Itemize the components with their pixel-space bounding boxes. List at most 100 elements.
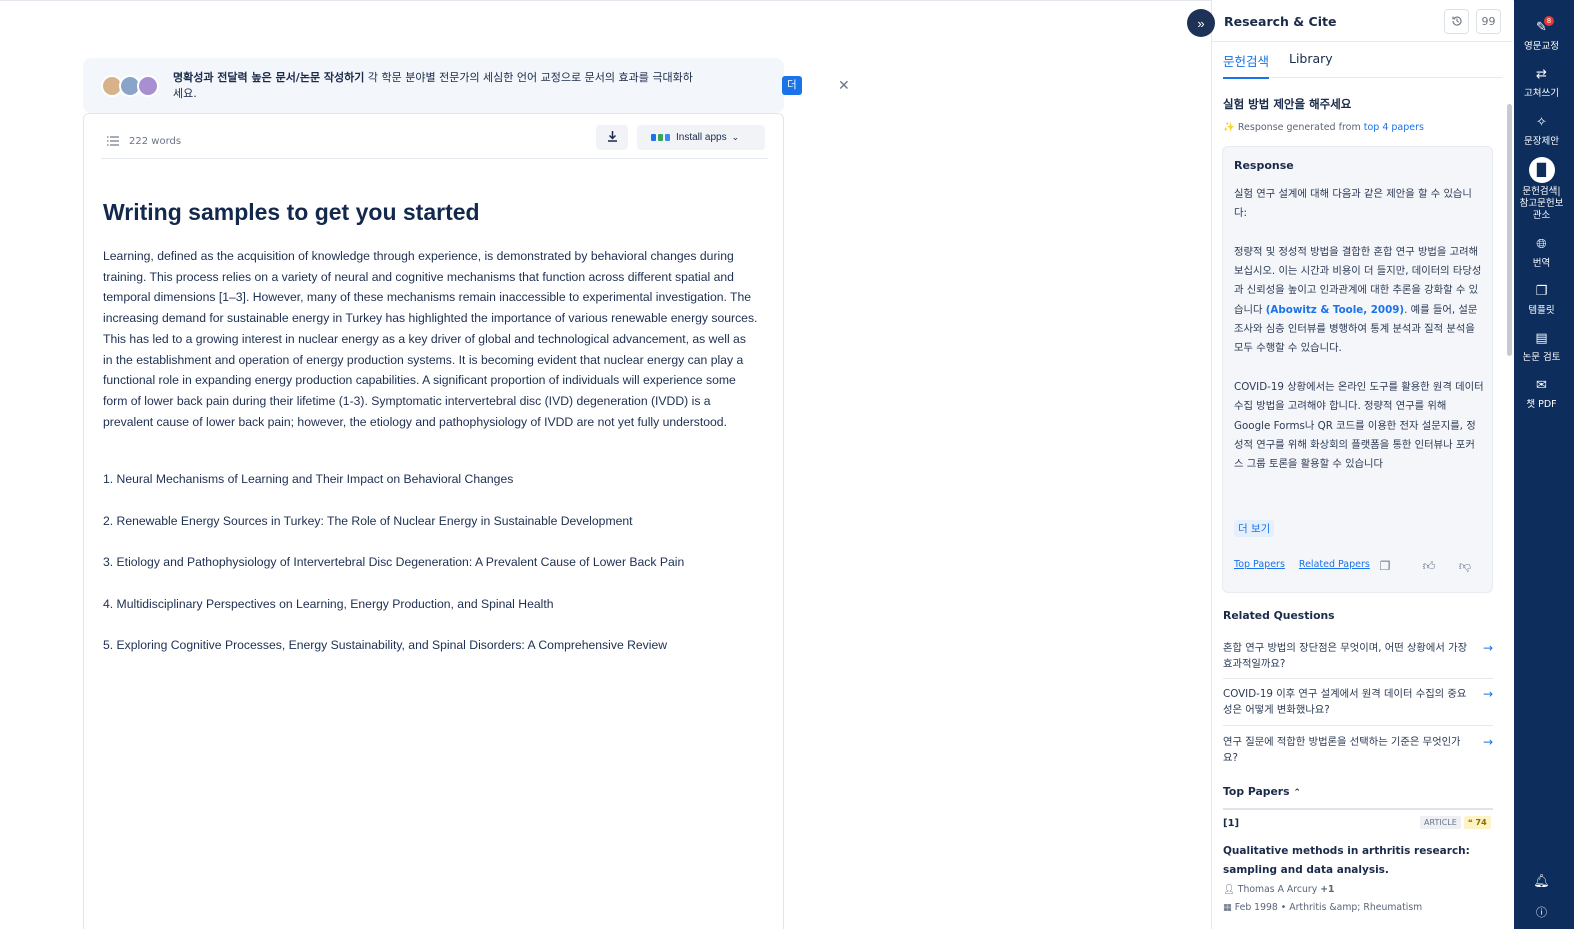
arrow-right-icon: → bbox=[1482, 641, 1493, 655]
scrollbar-thumb[interactable] bbox=[1507, 104, 1512, 356]
panel-tabs: 문헌검색 Library bbox=[1223, 48, 1503, 79]
citation-count-badge: ❝ 74 bbox=[1464, 816, 1491, 829]
show-more-link[interactable]: 더 보기 bbox=[1234, 520, 1275, 537]
install-apps-label: Install apps bbox=[676, 132, 727, 143]
collapse-panel-button[interactable]: » bbox=[1187, 9, 1215, 37]
list-item[interactable]: 4. Multidisciplinary Perspectives on Lea… bbox=[103, 597, 684, 639]
editor-toolbar: 222 words Install apps ⌄ bbox=[101, 122, 768, 159]
related-questions-title: Related Questions bbox=[1223, 609, 1335, 622]
tab-literature-search[interactable]: 문헌검색 bbox=[1223, 51, 1270, 79]
list-item[interactable]: 3. Etiology and Pathophysiology of Inter… bbox=[103, 555, 684, 597]
related-question-text: 연구 질문에 적합한 방법론을 선택하는 기준은 무엇인가요? bbox=[1223, 736, 1461, 764]
rail-item-sentence-suggest[interactable]: ✧ 문장제안 bbox=[1514, 116, 1569, 148]
rail-item-label: 템플릿 bbox=[1528, 305, 1555, 316]
calendar-icon: ▦ bbox=[1223, 902, 1232, 913]
rail-item-label: 챗 PDF bbox=[1526, 399, 1557, 410]
thumbs-down-icon[interactable]: 👎︎ bbox=[1452, 554, 1478, 578]
card-links: Top Papers Related Papers bbox=[1234, 559, 1384, 570]
banner-text: 명확성과 전달력 높은 문서/논문 작성하기 각 학문 분야별 전문가의 세심한… bbox=[173, 70, 693, 102]
rail-item-research-cite[interactable]: ▐▌ 문헌검색|참고문헌보관소 bbox=[1514, 157, 1569, 222]
paper-authors: 👤︎ Thomas A Arcury +1 bbox=[1223, 884, 1334, 895]
response-paragraph: 실험 연구 설계에 대해 다음과 같은 제안을 할 수 있습니다: bbox=[1234, 188, 1472, 220]
related-question-item[interactable]: 혼합 연구 방법의 장단점은 무엇이며, 어떤 상황에서 가장 효과적일까요? → bbox=[1223, 640, 1493, 672]
paper-title[interactable]: Qualitative methods in arthritis researc… bbox=[1223, 842, 1498, 879]
tab-library[interactable]: Library bbox=[1289, 51, 1333, 66]
response-label: Response bbox=[1234, 159, 1294, 172]
citation-button[interactable]: 99 bbox=[1476, 9, 1501, 34]
chevron-down-icon: ⌄ bbox=[731, 132, 740, 142]
document-editor[interactable]: 222 words Install apps ⌄ Writing samples… bbox=[83, 113, 784, 929]
response-body: 실험 연구 설계에 대해 다음과 같은 제안을 할 수 있습니다: 정량적 및 … bbox=[1234, 185, 1484, 494]
install-apps-button[interactable]: Install apps ⌄ bbox=[637, 125, 765, 150]
top-papers-title: Top Papers bbox=[1223, 785, 1290, 798]
rail-item-paper-review[interactable]: ▤ 논문 검토 bbox=[1514, 331, 1569, 364]
learn-more-button[interactable]: 더 알아보기 bbox=[782, 76, 802, 167]
help-button[interactable]: ⓘ bbox=[1514, 907, 1569, 926]
related-question-text: 혼합 연구 방법의 장단점은 무엇이며, 어떤 상황에서 가장 효과적일까요? bbox=[1223, 642, 1468, 670]
rail-item-translate[interactable]: 🌐︎ 번역 bbox=[1514, 238, 1569, 270]
related-papers-link[interactable]: Related Papers bbox=[1299, 559, 1370, 570]
response-card: Response 실험 연구 설계에 대해 다음과 같은 제안을 할 수 있습니… bbox=[1222, 146, 1493, 593]
paper-journal: Arthritis &amp; Rheumatism bbox=[1289, 902, 1423, 913]
response-source-label: Response generated from bbox=[1237, 122, 1364, 133]
rail-item-chat-pdf[interactable]: ✉ 챗 PDF bbox=[1514, 378, 1569, 411]
app-logos-icon bbox=[651, 134, 670, 141]
paper-type-badge: ARTICLE bbox=[1420, 816, 1461, 829]
author-more: +1 bbox=[1320, 884, 1335, 895]
list-item[interactable]: 5. Exploring Cognitive Processes, Energy… bbox=[103, 638, 684, 680]
paper-meta: ▦ Feb 1998 • Arthritis &amp; Rheumatism bbox=[1223, 902, 1423, 913]
history-button[interactable] bbox=[1444, 9, 1469, 34]
avatar bbox=[137, 74, 159, 97]
promo-banner: 명확성과 전달력 높은 문서/논문 작성하기 각 학문 분야별 전문가의 세심한… bbox=[83, 58, 850, 167]
history-icon bbox=[1451, 16, 1462, 26]
divider bbox=[1223, 725, 1493, 726]
user-query: 실험 방법 제안을 해주세요 bbox=[1223, 97, 1352, 111]
rail-item-label: 영문교정 bbox=[1524, 41, 1559, 52]
top-papers-section-title[interactable]: Top Papers ⌃ bbox=[1223, 785, 1301, 798]
citation-link[interactable]: (Abowitz & Toole, 2009) bbox=[1266, 304, 1404, 316]
close-icon[interactable]: ✕ bbox=[838, 78, 850, 94]
divider bbox=[1223, 808, 1493, 810]
paper-number: [1] bbox=[1223, 818, 1240, 829]
related-question-item[interactable]: 연구 질문에 적합한 방법론을 선택하는 기준은 무엇인가요? → bbox=[1223, 734, 1493, 766]
list-item[interactable]: 1. Neural Mechanisms of Learning and The… bbox=[103, 472, 684, 514]
panel-header: Research & Cite 99 bbox=[1212, 0, 1513, 42]
response-paragraph: 정량적 및 정성적 방법을 결합한 혼합 연구 방법을 고려해 보십시오. 이는… bbox=[1234, 243, 1484, 359]
library-icon: ▐▌ bbox=[1528, 157, 1555, 183]
research-panel: Research & Cite 99 문헌검색 Library 실험 방법 제안… bbox=[1211, 0, 1513, 929]
rail-item-templates[interactable]: ❐ 템플릿 bbox=[1514, 285, 1569, 317]
chat-icon: ✉ bbox=[1536, 378, 1547, 393]
download-button[interactable] bbox=[596, 125, 628, 150]
rail-item-label: 문장제안 bbox=[1524, 136, 1559, 147]
arrow-right-icon: → bbox=[1482, 687, 1493, 701]
download-icon bbox=[607, 131, 617, 142]
citation-count: 74 bbox=[1475, 818, 1487, 827]
paper-date: Feb 1998 bbox=[1234, 902, 1278, 913]
list-item[interactable]: 2. Renewable Energy Sources in Turkey: T… bbox=[103, 514, 684, 556]
notifications-button[interactable]: 🔔︎ bbox=[1514, 874, 1569, 895]
response-source-info: ✨ Response generated from top 4 papers bbox=[1223, 122, 1424, 133]
document-icon: ▤ bbox=[1535, 331, 1548, 346]
rail-item-rewrite[interactable]: ⇄ 고쳐쓰기 bbox=[1514, 68, 1569, 100]
notification-badge: 8 bbox=[1544, 16, 1554, 26]
banner-bold-text: 명확성과 전달력 높은 문서/논문 작성하기 bbox=[173, 70, 365, 84]
rail-item-proofreading[interactable]: ✎ 8 영문교정 bbox=[1514, 16, 1569, 53]
copy-icon[interactable]: ❐ bbox=[1372, 554, 1398, 578]
chevron-up-icon: ⌃ bbox=[1293, 788, 1301, 798]
quote-icon: ❝ bbox=[1468, 818, 1473, 827]
related-question-item[interactable]: COVID-19 이후 연구 설계에서 원격 데이터 수집의 중요성은 어떻게 … bbox=[1223, 686, 1493, 718]
outline-list-icon[interactable] bbox=[107, 136, 119, 146]
bell-icon: 🔔︎ bbox=[1533, 874, 1550, 889]
top-papers-link[interactable]: top 4 papers bbox=[1364, 122, 1424, 133]
word-count: 222 words bbox=[129, 136, 182, 147]
document-body[interactable]: Learning, defined as the acquisition of … bbox=[103, 246, 758, 432]
help-icon: ⓘ bbox=[1536, 906, 1547, 919]
top-papers-tab-link[interactable]: Top Papers bbox=[1234, 559, 1285, 570]
expert-avatars bbox=[101, 74, 165, 97]
related-question-text: COVID-19 이후 연구 설계에서 원격 데이터 수집의 중요성은 어떻게 … bbox=[1223, 688, 1467, 716]
document-title[interactable]: Writing samples to get you started bbox=[103, 199, 480, 226]
thumbs-up-icon[interactable]: 👍︎ bbox=[1416, 554, 1442, 578]
magic-wand-icon: ✨ bbox=[1223, 122, 1235, 133]
panel-title: Research & Cite bbox=[1224, 14, 1337, 29]
rail-item-label: 고쳐쓰기 bbox=[1524, 88, 1559, 99]
